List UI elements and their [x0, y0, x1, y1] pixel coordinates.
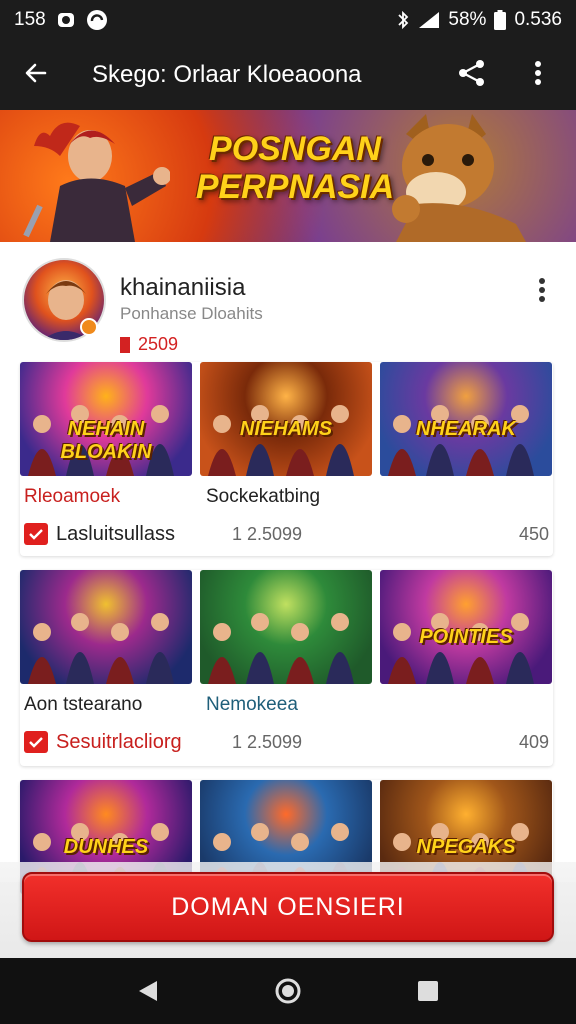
banner-title-line1: POSNGAN	[209, 130, 381, 168]
profile-name: khainaniisia	[120, 274, 246, 301]
thumbnail-title: NPEGAKS	[416, 836, 516, 858]
screen: 158 58% 0.536 Skego: Orlaar Kloeaoona PO…	[0, 0, 576, 1024]
share-button[interactable]	[450, 53, 494, 97]
status-time: 158	[14, 9, 46, 30]
nav-back-button[interactable]	[133, 976, 163, 1006]
game-thumbnail[interactable]: NIEHAMS	[200, 362, 372, 476]
app-title: Skego: Orlaar Kloeaoona	[92, 61, 362, 88]
hero-character-image	[20, 116, 171, 242]
status-bar: 158 58% 0.536	[0, 0, 576, 40]
game-thumbnail[interactable]: NEHAIN BLOAKIN	[20, 362, 192, 476]
battery-icon	[494, 10, 507, 30]
sync-icon	[86, 9, 108, 31]
game-section: POINTIES Aon tstearano Nemokeea Sesuitrl…	[20, 570, 553, 766]
meta-number: 1 2.5099	[232, 731, 303, 752]
count-badge-icon	[120, 336, 130, 353]
checkbox[interactable]	[24, 523, 48, 545]
battery-percent: 58%	[448, 9, 487, 30]
cta-container: DOMAN OENSIERI	[0, 862, 576, 958]
game-label[interactable]: Nemokeea	[206, 694, 436, 716]
thumbnail-title: NEHAIN BLOAKIN	[60, 418, 152, 463]
meta-count: 450	[518, 523, 549, 544]
check-icon	[29, 737, 43, 748]
app-notification-icon	[56, 10, 76, 30]
meta-label: Lasluitsullass	[56, 522, 175, 545]
game-label[interactable]: Sockekatbing	[206, 486, 436, 508]
game-section: NEHAIN BLOAKIN NIEHAMS NHEARAK Rleoamoek…	[20, 362, 553, 556]
more-vert-icon	[534, 60, 542, 91]
profile-count-value: 2509	[138, 334, 179, 354]
thumbnail-title: POINTIES	[419, 626, 513, 648]
game-thumbnail[interactable]: POINTIES	[380, 570, 552, 684]
section-meta: Lasluitsullass 1 2.5099 450	[20, 512, 553, 556]
meta-count: 409	[518, 731, 549, 752]
share-icon	[457, 58, 487, 93]
meta-number: 1 2.5099	[232, 523, 303, 544]
thumbnail-title: NIEHAMS	[239, 418, 333, 440]
game-thumbnail[interactable]: NHEARAK	[380, 362, 552, 476]
game-label[interactable]: Aon tstearano	[24, 694, 206, 716]
content-area: khainaniisia Ponhanse Dloahits 2509 NEHA…	[0, 242, 576, 900]
meta-label: Sesuitrlacliorg	[56, 730, 182, 753]
characters-illustration	[208, 613, 354, 684]
bluetooth-icon	[396, 10, 410, 30]
game-thumbnail[interactable]	[200, 570, 372, 684]
nav-recents-button[interactable]	[413, 976, 443, 1006]
more-vert-icon	[538, 277, 546, 308]
banner-title: POSNGAN PERPNASIA	[190, 130, 400, 206]
more-options-button[interactable]	[516, 53, 560, 97]
primary-cta-button[interactable]: DOMAN OENSIERI	[22, 872, 554, 942]
hero-banner[interactable]: POSNGAN PERPNASIA	[0, 110, 576, 242]
section-meta: Sesuitrlacliorg 1 2.5099 409	[20, 720, 553, 764]
profile-subtitle: Ponhanse Dloahits	[120, 304, 263, 323]
status-clock: 0.536	[514, 9, 562, 30]
profile-more-button[interactable]	[528, 274, 556, 310]
section-labels: Aon tstearano Nemokeea	[20, 684, 553, 720]
nav-back-icon	[139, 981, 157, 1001]
profile-count: 2509	[120, 334, 178, 355]
characters-illustration	[28, 613, 174, 684]
avatar-badge	[80, 318, 98, 336]
section-labels: Rleoamoek Sockekatbing	[20, 476, 553, 512]
nav-recents-icon	[418, 981, 438, 1001]
thumb-row: NEHAIN BLOAKIN NIEHAMS NHEARAK	[20, 362, 553, 476]
game-label[interactable]: Rleoamoek	[24, 486, 206, 508]
nav-home-button[interactable]	[273, 976, 303, 1006]
fox-character-image	[376, 114, 546, 242]
profile-header: khainaniisia Ponhanse Dloahits 2509	[22, 258, 556, 354]
back-button[interactable]	[16, 55, 56, 95]
thumbnail-title: NHEARAK	[416, 418, 516, 440]
arrow-back-icon	[23, 60, 49, 91]
signal-icon	[418, 11, 440, 29]
app-bar: Skego: Orlaar Kloeaoona	[0, 40, 576, 110]
check-icon	[29, 529, 43, 540]
system-nav-bar	[0, 958, 576, 1024]
thumbnail-title: DUNHES	[63, 836, 149, 858]
checkbox[interactable]	[24, 731, 48, 753]
nav-home-icon	[275, 978, 301, 1004]
thumb-row: POINTIES	[20, 570, 553, 684]
banner-title-line2: PERPNASIA	[195, 168, 395, 206]
game-thumbnail[interactable]	[20, 570, 192, 684]
